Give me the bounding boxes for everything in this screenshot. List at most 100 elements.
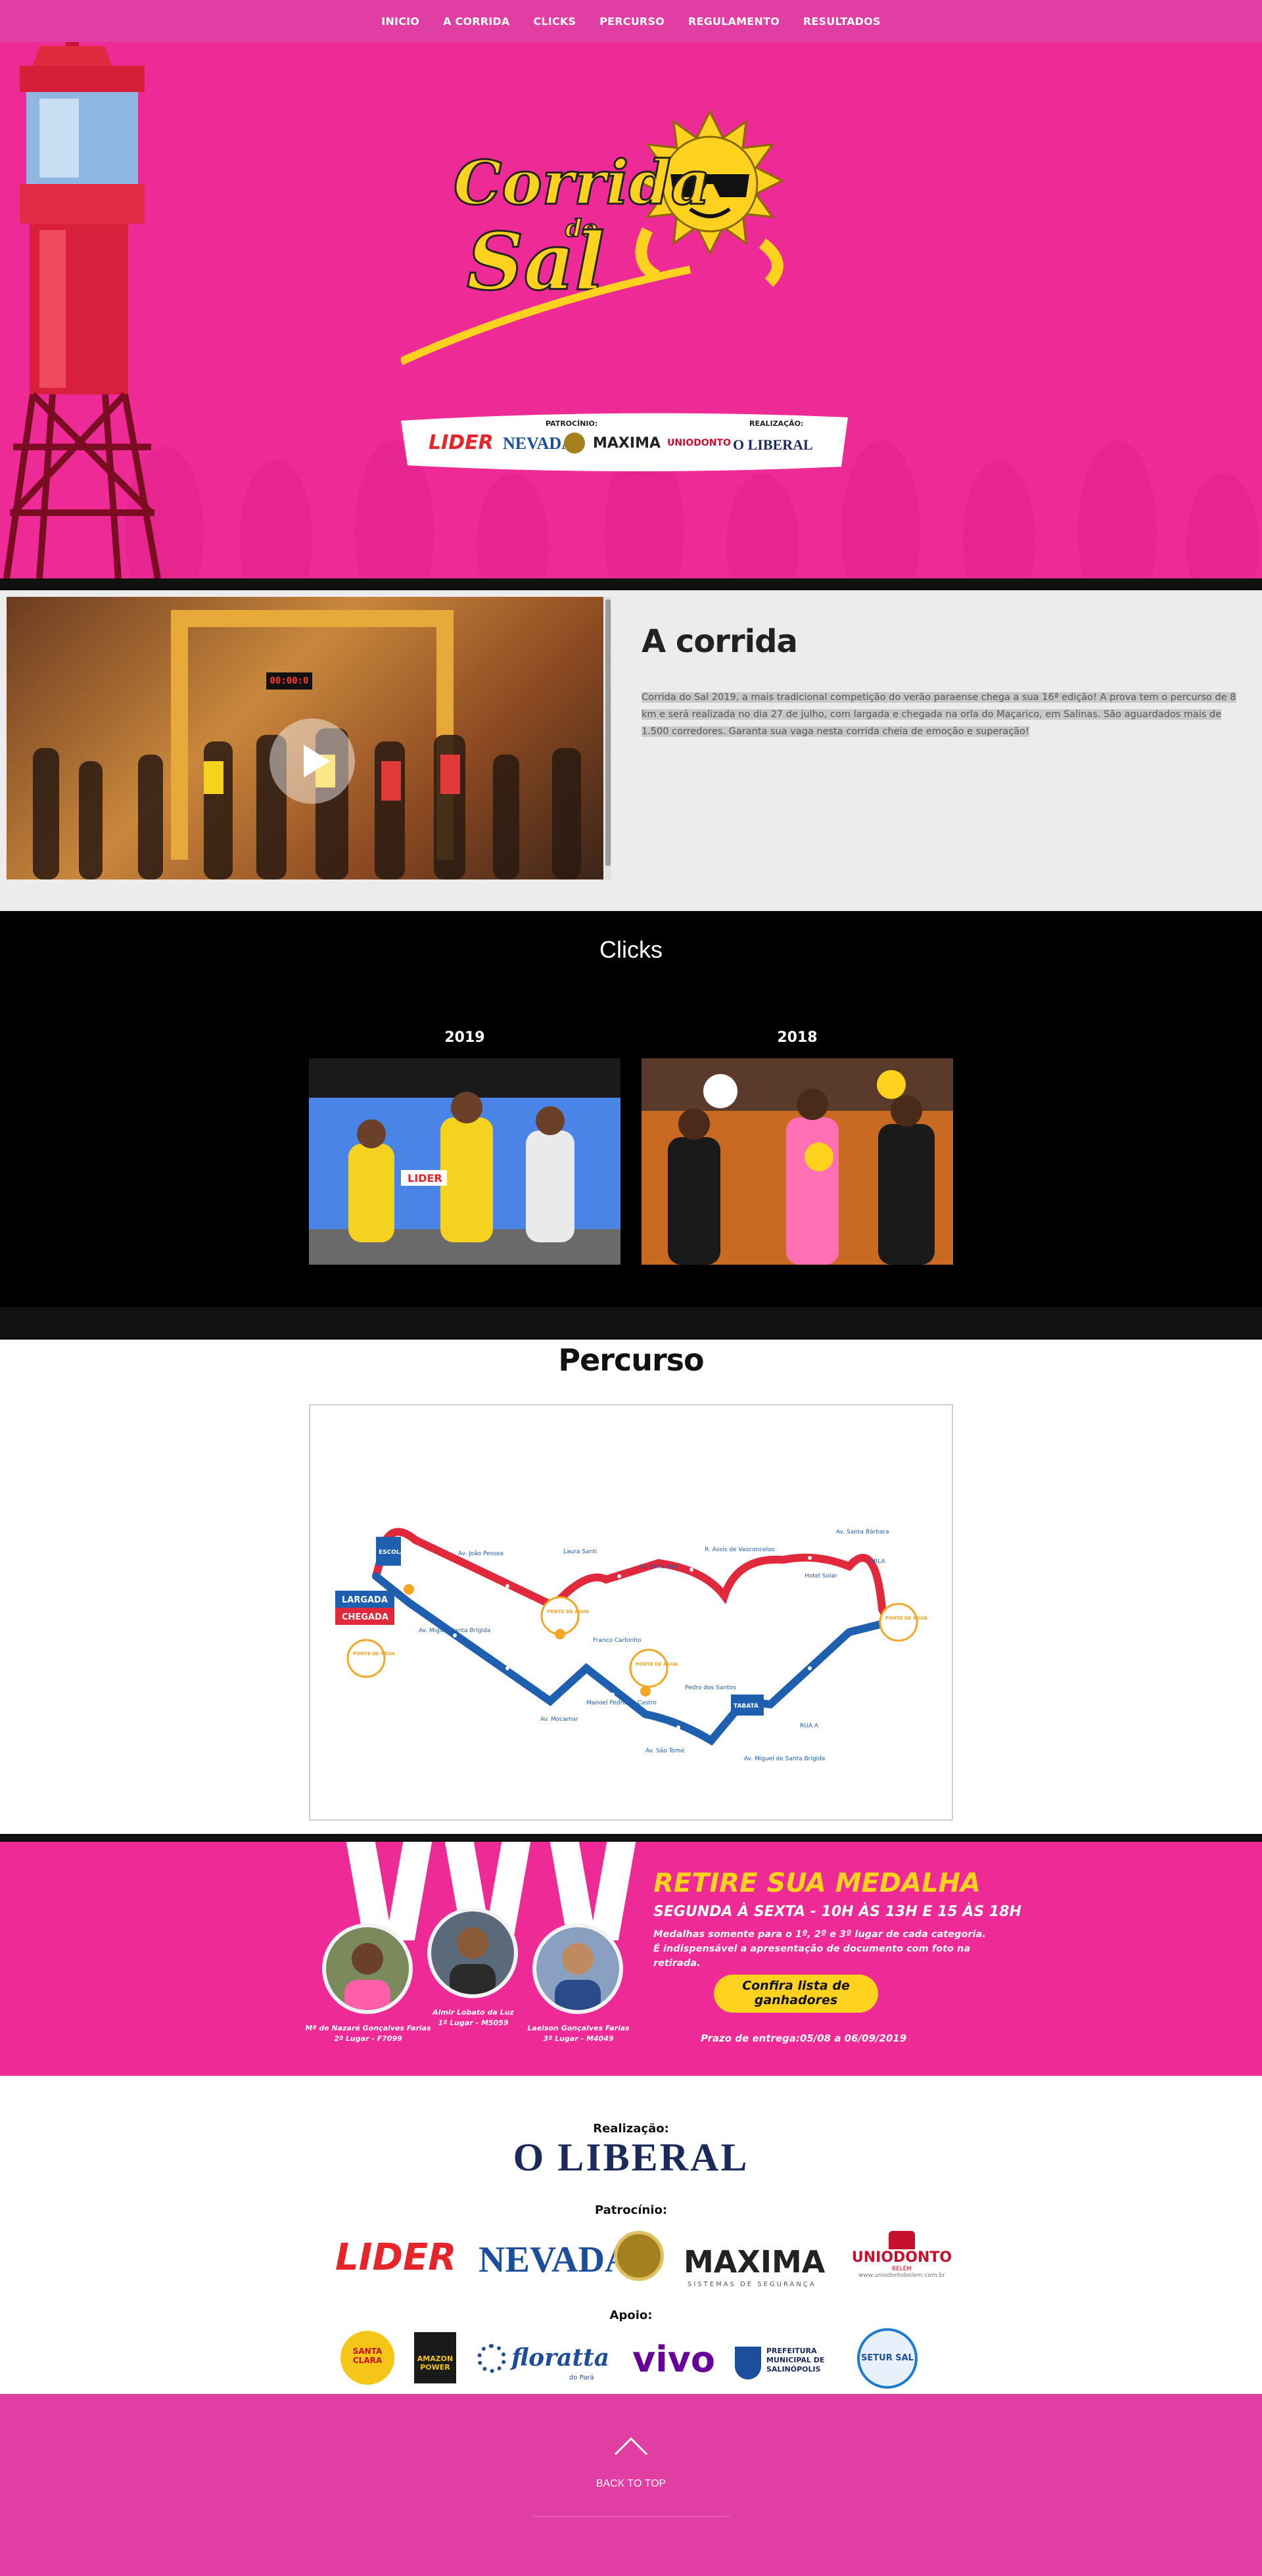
confira-lista-button[interactable]: Confira lista de ganhadores [714, 1975, 878, 2013]
hero-seal-icon [564, 433, 585, 454]
map-street-15: RUA A [800, 1723, 819, 1729]
retire-medalha-title: RETIRE SUA MEDALHA [653, 1868, 981, 1898]
lighthouse-illustration [3, 20, 161, 578]
retire-medalha-note: Medalhas somente para o 1º, 2º e 3º luga… [653, 1927, 995, 1971]
uniodonto-url: www.uniodontobelem.com.br [858, 2272, 945, 2279]
map-street-7: Hotel Solar [805, 1573, 837, 1580]
winner-place-3rd: 3º Lugar - M4049 [543, 2034, 614, 2043]
nav-a-corrida[interactable]: A CORRIDA [443, 15, 509, 28]
seal-logo-icon[interactable] [614, 2231, 664, 2281]
uniodonto-city: BELÉM [891, 2266, 912, 2272]
map-street-4: R. Assis de Vasconcelos [705, 1547, 775, 1553]
race-clock: 00:00:0 [266, 672, 312, 690]
svg-text:LIDER: LIDER [408, 1172, 442, 1184]
a-corrida-text-content: Corrida do Sal 2019, a mais tradicional … [642, 692, 1236, 737]
scrollbar-thumb[interactable] [605, 599, 611, 866]
percurso-section: Percurso ESCOLA TABATÁ LARGADA CHEGADA P… [0, 1340, 1262, 1834]
map-street-12: Pedro dos Santos [685, 1685, 736, 1691]
sponsors-section: Realização: O LIBERAL Patrocínio: LIDER … [0, 2076, 1262, 2394]
route-map-drawing: ESCOLA TABATÁ LARGADA CHEGADA PONTE DE Á… [335, 1528, 928, 1762]
a-corrida-text: Corrida do Sal 2019, a mais tradicional … [642, 689, 1240, 740]
podium-2018-image [642, 1058, 953, 1265]
hero-divider [0, 578, 1262, 590]
patrocinio-label: Patrocínio: [594, 2203, 668, 2217]
medal-ribbon [589, 1842, 636, 1940]
winner-photo-avatar [322, 1923, 413, 2014]
floratta-logo[interactable]: floratta do Pará [477, 2344, 611, 2383]
realizacao-label: Realização: [593, 2122, 669, 2136]
retire-medalha-schedule: SEGUNDA À SEXTA - 10H ÀS 13H E 15 ÀS 18H [653, 1904, 1021, 1920]
santa-clara-logo[interactable]: SANTA CLARA [340, 2331, 394, 2385]
podium-2019-image: LIDER [309, 1058, 620, 1265]
album-photo-2018[interactable] [642, 1058, 953, 1265]
map-street-5: Av. Santa Bárbara [836, 1529, 889, 1535]
setur-sal-logo[interactable]: SETUR SAL [857, 2328, 918, 2389]
maxima-logo[interactable]: MAXIMA [684, 2244, 825, 2280]
map-chegada-label: CHEGADA [342, 1612, 388, 1622]
map-ponte-label-1: PONTE DE ÁGUA [353, 1651, 396, 1656]
map-street-10: Franco Carbinho [593, 1637, 642, 1644]
album-year-2019: 2019 [444, 1029, 485, 1046]
nevada-logo[interactable]: NEVADA [479, 2239, 631, 2281]
crowd-silhouette [125, 440, 1259, 578]
route-map[interactable]: ESCOLA TABATÁ LARGADA CHEGADA PONTE DE Á… [309, 1404, 953, 1821]
uniodonto-name: UNIODONTO [851, 2249, 952, 2266]
map-street-6: ORLA [869, 1558, 886, 1565]
race-video-player[interactable]: 00:00:0 [7, 597, 603, 879]
nav-inicio[interactable]: INICIO [381, 15, 419, 28]
apoio-label: Apoio: [609, 2308, 653, 2322]
album-year-2018: 2018 [777, 1029, 818, 1046]
map-street-11: Manoel Pedro de Castro [586, 1700, 657, 1706]
map-street-2: Laura Santi [563, 1549, 597, 1555]
uniodonto-logo[interactable]: UNIODONTO BELÉM www.uniodontobelem.com.b… [835, 2231, 969, 2287]
map-street-1: Av. João Pessoa [458, 1551, 503, 1557]
footer-divider [532, 2516, 730, 2517]
clicks-divider [0, 1307, 1262, 1340]
oliberal-logo[interactable]: O LIBERAL [0, 2135, 1262, 2180]
prazo-entrega-text: Prazo de entrega:05/08 a 06/09/2019 [701, 2032, 907, 2044]
hero-realizacao-label: REALIZAÇÃO: [749, 419, 804, 428]
amazon-power-logo[interactable]: AMAZON POWER [414, 2332, 456, 2383]
nav-regulamento[interactable]: REGULAMENTO [688, 15, 780, 28]
maxima-subtitle: SISTEMAS DE SEGURANÇA [688, 2281, 816, 2288]
play-button-icon[interactable] [269, 718, 355, 804]
album-photo-2019[interactable]: LIDER [309, 1058, 620, 1265]
back-to-top-link[interactable]: BACK TO TOP [0, 2478, 1262, 2490]
retire-medalha-banner: Mª de Nazaré Gonçalves Farias 2º Lugar -… [0, 1842, 1262, 2076]
nav-clicks[interactable]: CLICKS [533, 15, 576, 28]
floratta-sub: do Pará [569, 2374, 594, 2381]
hero-banner: Corrida do Sal PATROCÍNIO: REALIZAÇÃO: L… [0, 0, 1262, 578]
hero-maxima-logo: MAXIMA [593, 435, 661, 452]
prefeitura-name: PREFEITURA MUNICIPAL DE SALINÓPOLIS [766, 2347, 825, 2374]
lider-logo[interactable]: LIDER [335, 2236, 456, 2279]
uniodonto-icon [889, 2231, 915, 2249]
clicks-section: Clicks 2019 2018 LIDER [0, 911, 1262, 1307]
map-street-8: Av. Miguel Santa Brígida [419, 1628, 490, 1634]
chevron-up-icon[interactable] [614, 2436, 648, 2456]
map-marker-escola: ESCOLA [379, 1549, 405, 1556]
winner-name-1st: Almir Lobato da Luz [432, 2008, 514, 2017]
logo-text-corrida: Corrida [454, 147, 710, 218]
hero-uniodonto-logo: UNIODONTO [667, 438, 731, 448]
map-street-13: Av. São Tomé [645, 1747, 685, 1754]
percurso-divider [0, 1834, 1262, 1842]
prefeitura-crest-icon [735, 2347, 761, 2379]
video-scrollbar[interactable] [605, 597, 611, 879]
map-ponte-label-3: PONTE DE ÁGUA [636, 1661, 678, 1667]
map-largada-label: LARGADA [342, 1595, 388, 1605]
footer: BACK TO TOP [0, 2394, 1262, 2576]
map-marker-tabata: TABATÁ [734, 1702, 759, 1710]
a-corrida-title: A corrida [642, 623, 798, 660]
percurso-title: Percurso [558, 1342, 704, 1378]
retire-note-line-2: É indispensável a apresentação de docume… [653, 1944, 971, 1969]
hero-sponsor-strip: PATROCÍNIO: REALIZAÇÃO: LIDER NEVADA MAX… [401, 408, 848, 473]
a-corrida-section: 00:00:0 A corrida Corrida do Sal 2019, a… [0, 590, 1262, 911]
map-street-14: Av. Miguel de Santa Brígida [744, 1756, 825, 1762]
medal-ribbon [385, 1842, 432, 1940]
vivo-logo[interactable]: vivo [632, 2339, 715, 2380]
hero-lider-logo: LIDER [429, 431, 494, 454]
nav-percurso[interactable]: PERCURSO [599, 15, 665, 28]
nav-resultados[interactable]: RESULTADOS [803, 15, 881, 28]
prefeitura-salinopolis-logo[interactable]: PREFEITURA MUNICIPAL DE SALINÓPOLIS [735, 2344, 840, 2383]
retire-note-line-1: Medalhas somente para o 1º, 2º e 3º luga… [653, 1929, 986, 1940]
